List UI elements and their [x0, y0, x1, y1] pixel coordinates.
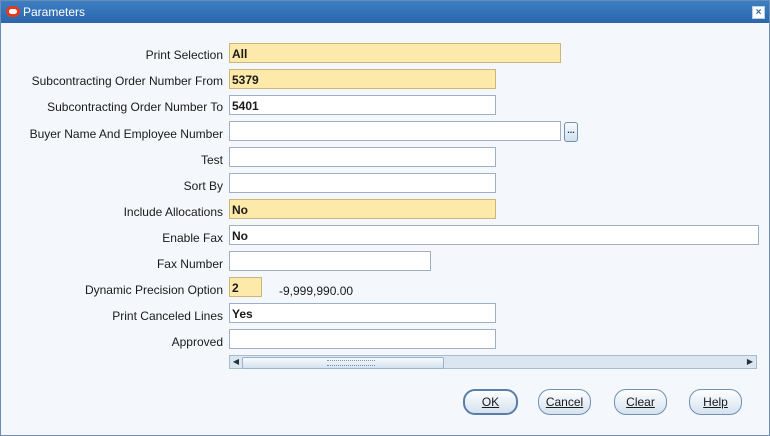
- horizontal-scrollbar[interactable]: ◀ ▶: [229, 355, 757, 369]
- buyer-name-label: Buyer Name And Employee Number: [29, 127, 223, 141]
- window-title: Parameters: [23, 5, 86, 19]
- sort-by-label-wrap: Sort By: [1, 175, 223, 197]
- oracle-logo-icon: [6, 6, 20, 17]
- precision-format-hint: -9,999,990.00: [279, 284, 354, 298]
- print-canceled-lines-field[interactable]: Yes: [229, 303, 496, 323]
- precision-label-wrap: Dynamic Precision Option: [1, 279, 223, 301]
- test-label: Test: [200, 153, 223, 167]
- print-selection-field[interactable]: All: [229, 43, 561, 63]
- buyer-name-field[interactable]: [229, 121, 561, 141]
- ok-button-label: OK: [481, 395, 500, 409]
- approved-label-wrap: Approved: [1, 331, 223, 353]
- buyer-label-wrap: Buyer Name And Employee Number: [1, 123, 223, 145]
- canceled-lines-label-wrap: Print Canceled Lines: [1, 305, 223, 327]
- dynamic-precision-field[interactable]: 2: [229, 277, 262, 297]
- close-icon[interactable]: ×: [752, 6, 765, 19]
- list-of-values-button[interactable]: ...: [564, 122, 578, 142]
- help-button[interactable]: Help: [689, 389, 742, 415]
- approved-label: Approved: [171, 335, 223, 349]
- approved-field[interactable]: [229, 329, 496, 349]
- order-to-label-wrap: Subcontracting Order Number To: [1, 96, 223, 118]
- scroll-grip-icon: [327, 360, 375, 366]
- order-number-to-label: Subcontracting Order Number To: [47, 100, 223, 114]
- parameters-window: Parameters × Print Selection All Subcont…: [0, 0, 770, 436]
- test-label-wrap: Test: [1, 149, 223, 171]
- cancel-button-label: Cancel: [545, 395, 584, 409]
- enable-fax-label: Enable Fax: [162, 231, 223, 245]
- clear-button-label: Clear: [626, 395, 655, 409]
- order-number-from-label: Subcontracting Order Number From: [31, 74, 223, 88]
- sort-by-label: Sort By: [183, 179, 223, 193]
- scroll-right-arrow-icon[interactable]: ▶: [745, 357, 755, 367]
- print-selection-label: Print Selection: [145, 48, 223, 62]
- dynamic-precision-label: Dynamic Precision Option: [84, 283, 223, 297]
- order-number-from-field[interactable]: 5379: [229, 69, 496, 89]
- fax-number-label: Fax Number: [156, 257, 223, 271]
- fax-number-field[interactable]: [229, 251, 431, 271]
- scroll-left-arrow-icon[interactable]: ◀: [231, 357, 241, 367]
- enable-fax-field[interactable]: No: [229, 225, 759, 245]
- print-canceled-lines-label: Print Canceled Lines: [112, 309, 223, 323]
- print-selection-label-wrap: Print Selection: [1, 44, 223, 66]
- order-from-label-wrap: Subcontracting Order Number From: [1, 70, 223, 92]
- clear-button[interactable]: Clear: [614, 389, 667, 415]
- enable-fax-label-wrap: Enable Fax: [1, 227, 223, 249]
- include-allocations-label: Include Allocations: [123, 205, 223, 219]
- fax-number-label-wrap: Fax Number: [1, 253, 223, 275]
- test-field[interactable]: [229, 147, 496, 167]
- cancel-button[interactable]: Cancel: [538, 389, 591, 415]
- ok-button[interactable]: OK: [463, 389, 518, 415]
- include-allocations-label-wrap: Include Allocations: [1, 201, 223, 223]
- help-button-label: Help: [703, 395, 728, 409]
- order-number-to-field[interactable]: 5401: [229, 95, 496, 115]
- sort-by-field[interactable]: [229, 173, 496, 193]
- title-bar[interactable]: Parameters ×: [1, 1, 769, 23]
- include-allocations-field[interactable]: No: [229, 199, 496, 219]
- scroll-thumb[interactable]: [242, 357, 444, 369]
